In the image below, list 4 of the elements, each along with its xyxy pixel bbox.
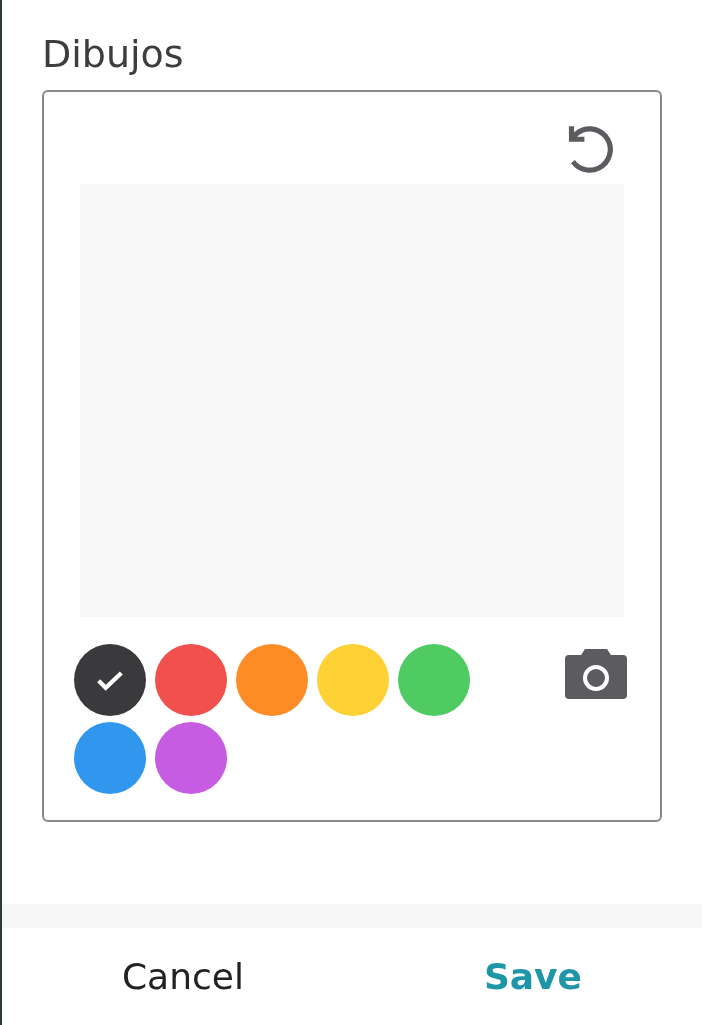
dialog-title: Dibujos (42, 31, 185, 78)
camera-icon[interactable] (565, 649, 627, 699)
cancel-button[interactable]: Cancel (113, 952, 252, 1001)
save-button[interactable]: Save (475, 952, 590, 1001)
